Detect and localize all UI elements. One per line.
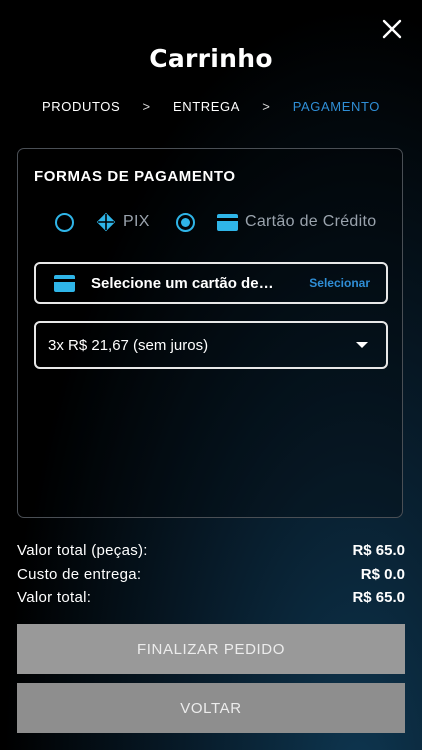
close-button[interactable] [380, 17, 404, 41]
chevron-down-icon [356, 342, 368, 348]
order-summary: Valor total (peças): R$ 65.0 Custo de en… [17, 539, 405, 610]
credit-card-icon [217, 213, 238, 231]
payment-option-credit-card[interactable]: Cartão de Crédito [176, 210, 376, 234]
select-card-button[interactable]: Selecionar [309, 276, 370, 290]
summary-label: Custo de entrega: [17, 565, 142, 583]
summary-amount: R$ 65.0 [352, 589, 405, 607]
summary-row-total: Valor total: R$ 65.0 [17, 586, 405, 610]
summary-row-delivery: Custo de entrega: R$ 0.0 [17, 563, 405, 587]
summary-row-parts: Valor total (peças): R$ 65.0 [17, 539, 405, 563]
pix-icon [96, 212, 116, 232]
credit-card-label: Cartão de Crédito [245, 213, 377, 230]
pix-label: PIX [123, 213, 150, 230]
step-separator: > [262, 98, 271, 114]
pix-radio[interactable] [55, 212, 74, 232]
payment-section-title: FORMAS DE PAGAMENTO [34, 168, 236, 185]
close-icon [382, 19, 402, 39]
page-title: Carrinho [149, 44, 273, 73]
step-entrega: ENTREGA [172, 98, 240, 114]
summary-amount: R$ 65.0 [352, 542, 405, 560]
summary-label: Valor total (peças): [17, 542, 148, 560]
summary-label: Valor total: [17, 589, 92, 607]
credit-card-icon [54, 274, 75, 292]
credit-card-radio[interactable] [176, 212, 195, 232]
card-selector[interactable]: Selecione um cartão de crédito Seleciona… [34, 262, 388, 304]
installments-select[interactable]: 3x R$ 21,67 (sem juros) [34, 321, 388, 369]
installments-value: 3x R$ 21,67 (sem juros) [48, 336, 209, 354]
finish-order-button[interactable]: FINALIZAR PEDIDO [17, 624, 405, 674]
card-selector-text: Selecione um cartão de crédito [91, 274, 275, 292]
payment-card: FORMAS DE PAGAMENTO PIX Cartão de Crédit… [17, 148, 403, 518]
checkout-steps: PRODUTOS > ENTREGA > PAGAMENTO [42, 97, 380, 115]
payment-option-pix[interactable]: PIX [55, 210, 150, 234]
step-produtos: PRODUTOS [42, 98, 121, 114]
summary-amount: R$ 0.0 [360, 565, 405, 583]
back-button[interactable]: VOLTAR [17, 683, 405, 733]
step-separator: > [142, 98, 151, 114]
step-pagamento: PAGAMENTO [292, 98, 380, 114]
